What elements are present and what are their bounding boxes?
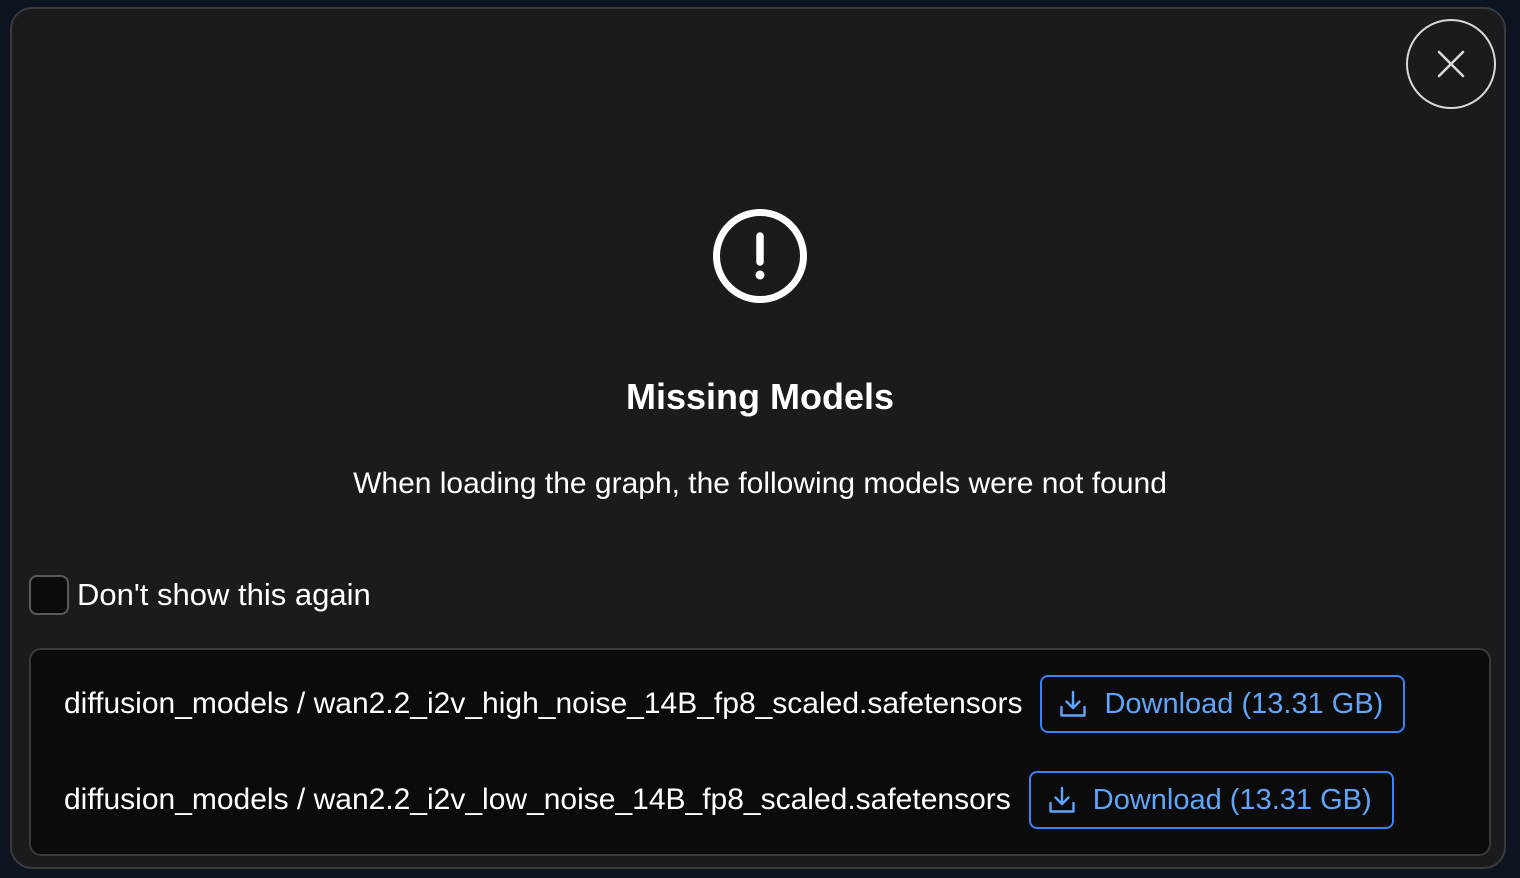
- download-label: Download (13.31 GB): [1104, 687, 1384, 720]
- dont-show-again-label: Don't show this again: [77, 577, 371, 612]
- list-item: diffusion_models / wan2.2_i2v_high_noise…: [64, 675, 1406, 733]
- missing-models-list: diffusion_models / wan2.2_i2v_high_noise…: [29, 648, 1491, 856]
- download-icon: [1060, 690, 1087, 717]
- download-label: Download (13.31 GB): [1092, 783, 1372, 816]
- close-icon: [1437, 50, 1465, 78]
- model-path: diffusion_models / wan2.2_i2v_low_noise_…: [64, 783, 1011, 816]
- download-icon: [1049, 786, 1075, 813]
- exclamation-circle-icon: [713, 209, 807, 303]
- dont-show-again-checkbox[interactable]: [29, 575, 69, 615]
- download-button[interactable]: Download (13.31 GB): [1028, 771, 1394, 829]
- dont-show-again-option[interactable]: Don't show this again: [29, 575, 371, 615]
- list-item: diffusion_models / wan2.2_i2v_low_noise_…: [64, 771, 1394, 829]
- close-button[interactable]: [1406, 19, 1496, 109]
- missing-models-dialog: Missing Models When loading the graph, t…: [10, 7, 1506, 869]
- download-button[interactable]: Download (13.31 GB): [1040, 675, 1406, 733]
- dialog-title: Missing Models: [625, 376, 895, 417]
- dialog-message: When loading the graph, the following mo…: [353, 467, 1167, 500]
- model-path: diffusion_models / wan2.2_i2v_high_noise…: [64, 687, 1023, 720]
